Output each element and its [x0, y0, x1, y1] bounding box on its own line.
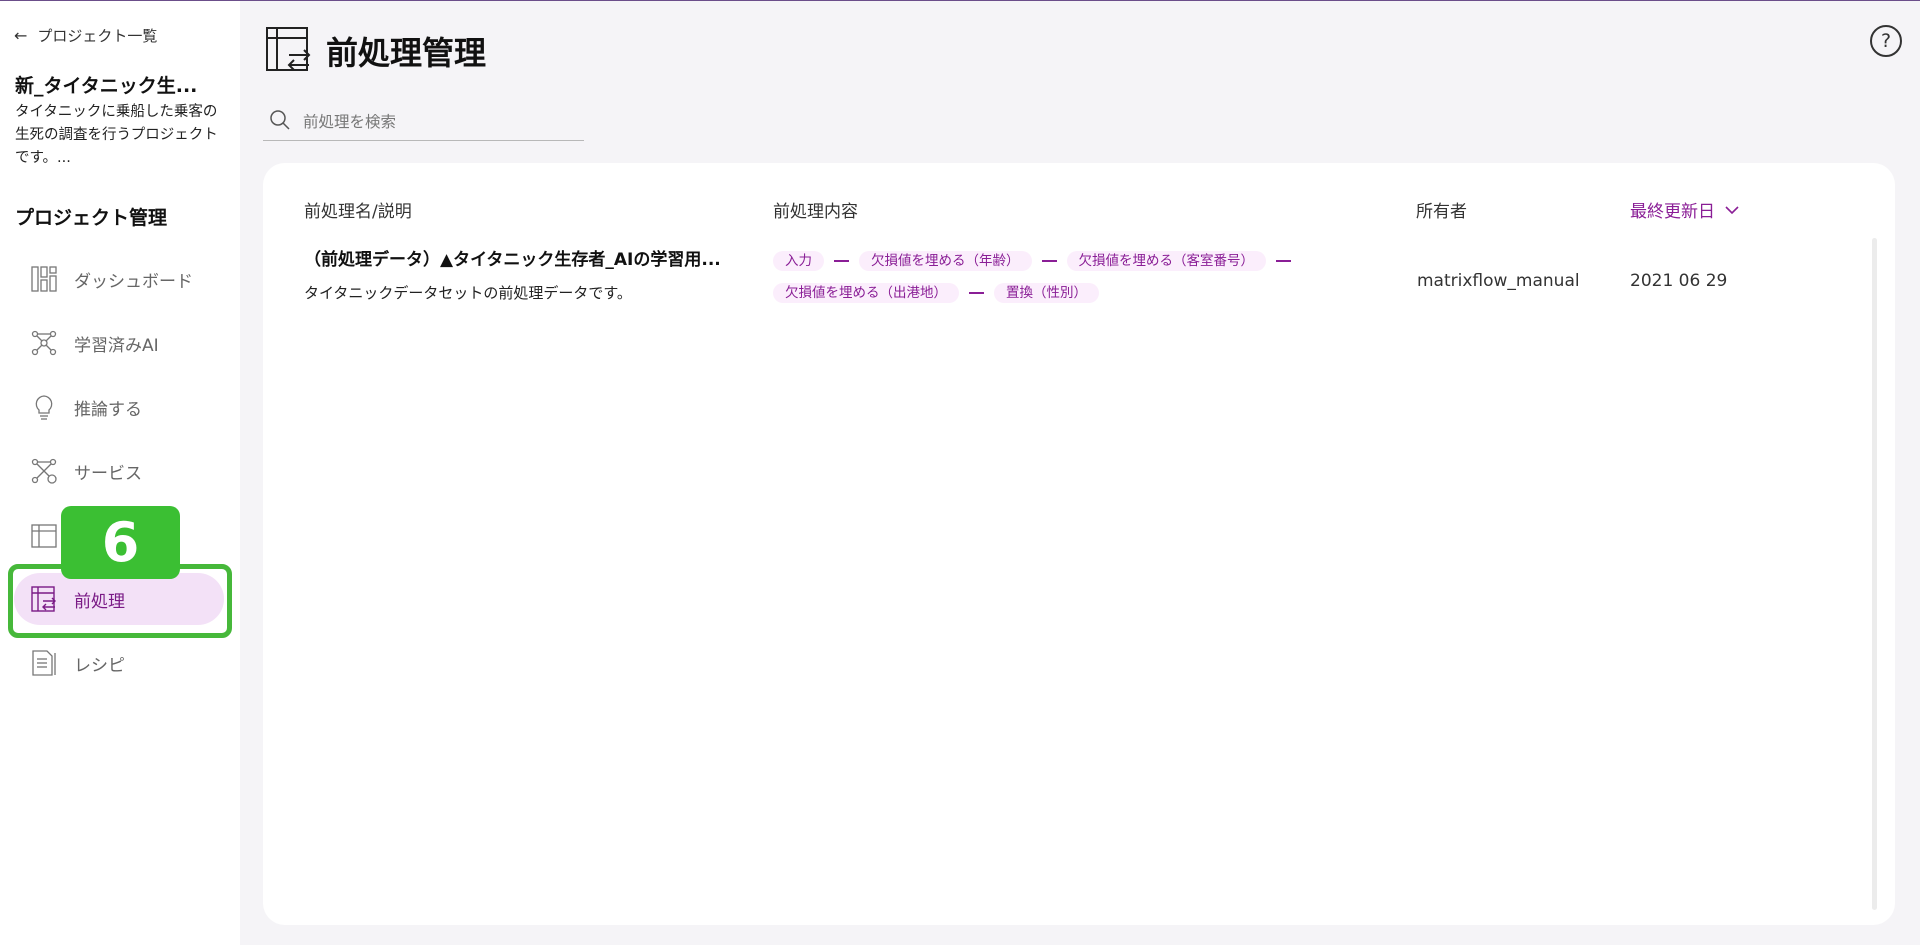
sidebar-item-label: ダッシュボード: [74, 271, 193, 292]
search-icon: [269, 109, 291, 135]
step-tag: 欠損値を埋める（年齢）: [859, 251, 1032, 271]
table-row[interactable]: （前処理データ）▲タイタニック生存者_AIの学習用... タイタニックデータセッ…: [263, 245, 1863, 335]
sidebar-item-dashboard[interactable]: ダッシュボード: [14, 253, 224, 305]
search-input[interactable]: [303, 112, 563, 131]
row-description: タイタニックデータセットの前処理データです。: [304, 284, 632, 302]
dataset-icon: [28, 519, 60, 551]
sidebar-item-label: レシピ: [74, 655, 125, 676]
project-name: 新_タイタニック生...: [15, 75, 198, 97]
column-header-owner: 所有者: [1416, 202, 1467, 222]
main-content: 前処理管理 ? 前処理名/説明 前処理内容 所有者 最終更新日 （前処理データ）…: [240, 1, 1920, 945]
row-owner: matrixflow_manual: [1417, 271, 1580, 291]
step-tag: 欠損値を埋める（出港地）: [773, 283, 959, 303]
chevron-down-icon: [1725, 200, 1739, 220]
step-connector: [1276, 260, 1291, 262]
help-button[interactable]: ?: [1870, 25, 1902, 57]
sidebar-item-recipe[interactable]: レシピ: [14, 637, 224, 689]
sidebar-item-inference[interactable]: 推論する: [14, 381, 224, 433]
step-connector: [1041, 260, 1057, 262]
step-tag: 置換（性別）: [994, 283, 1099, 303]
preprocess-table-card: 前処理名/説明 前処理内容 所有者 最終更新日 （前処理データ）▲タイタニック生…: [263, 163, 1895, 925]
sidebar-item-label: サービス: [74, 463, 142, 484]
section-title: プロジェクト管理: [15, 207, 168, 229]
trained-ai-icon: [28, 327, 60, 359]
row-steps-cell: 入力 欠損値を埋める（年齢） 欠損値を埋める（客室番号） 欠損値を埋める（出港地） 置換…: [773, 245, 1353, 309]
arrow-left-icon: ←: [14, 26, 28, 45]
project-description: タイタニックに乗船した乗客の生死の調査を行うプロジェクトです。...: [15, 104, 218, 166]
step-connector: [969, 292, 984, 294]
column-header-updated-sort[interactable]: 最終更新日: [1630, 197, 1739, 222]
step-number-badge: 6: [61, 506, 180, 579]
column-header-content: 前処理内容: [773, 202, 858, 222]
sidebar-item-label: 推論する: [74, 399, 142, 420]
row-name-cell: （前処理データ）▲タイタニック生存者_AIの学習用... タイタニックデータセッ…: [304, 245, 744, 303]
sidebar-item-trained-ai[interactable]: 学習済みAI: [14, 317, 224, 369]
page-title: 前処理管理: [326, 34, 487, 72]
question-mark-icon: ?: [1880, 30, 1892, 52]
sidebar-item-label: 学習済みAI: [74, 335, 159, 356]
preprocess-icon: [264, 25, 312, 77]
column-header-updated-label: 最終更新日: [1630, 202, 1715, 222]
column-header-name: 前処理名/説明: [304, 202, 412, 222]
step-connector: [834, 260, 849, 262]
back-to-projects-link[interactable]: ← プロジェクト一覧: [14, 25, 157, 46]
row-updated-date: 2021 06 29: [1630, 271, 1728, 291]
page-header: 前処理管理: [264, 25, 486, 77]
row-title[interactable]: （前処理データ）▲タイタニック生存者_AIの学習用...: [304, 245, 744, 270]
recipe-icon: [28, 647, 60, 679]
step-tag: 入力: [773, 251, 824, 271]
step-tag: 欠損値を埋める（客室番号）: [1066, 251, 1266, 271]
service-icon: [28, 455, 60, 487]
scrollbar[interactable]: [1872, 238, 1877, 910]
sidebar-item-service[interactable]: サービス: [14, 445, 224, 497]
dashboard-icon: [28, 263, 60, 295]
search-bar: [263, 103, 584, 141]
back-link-label: プロジェクト一覧: [37, 27, 158, 45]
sidebar: ← プロジェクト一覧 新_タイタニック生... タイタニックに乗船した乗客の生死…: [0, 1, 240, 945]
lightbulb-icon: [28, 391, 60, 423]
